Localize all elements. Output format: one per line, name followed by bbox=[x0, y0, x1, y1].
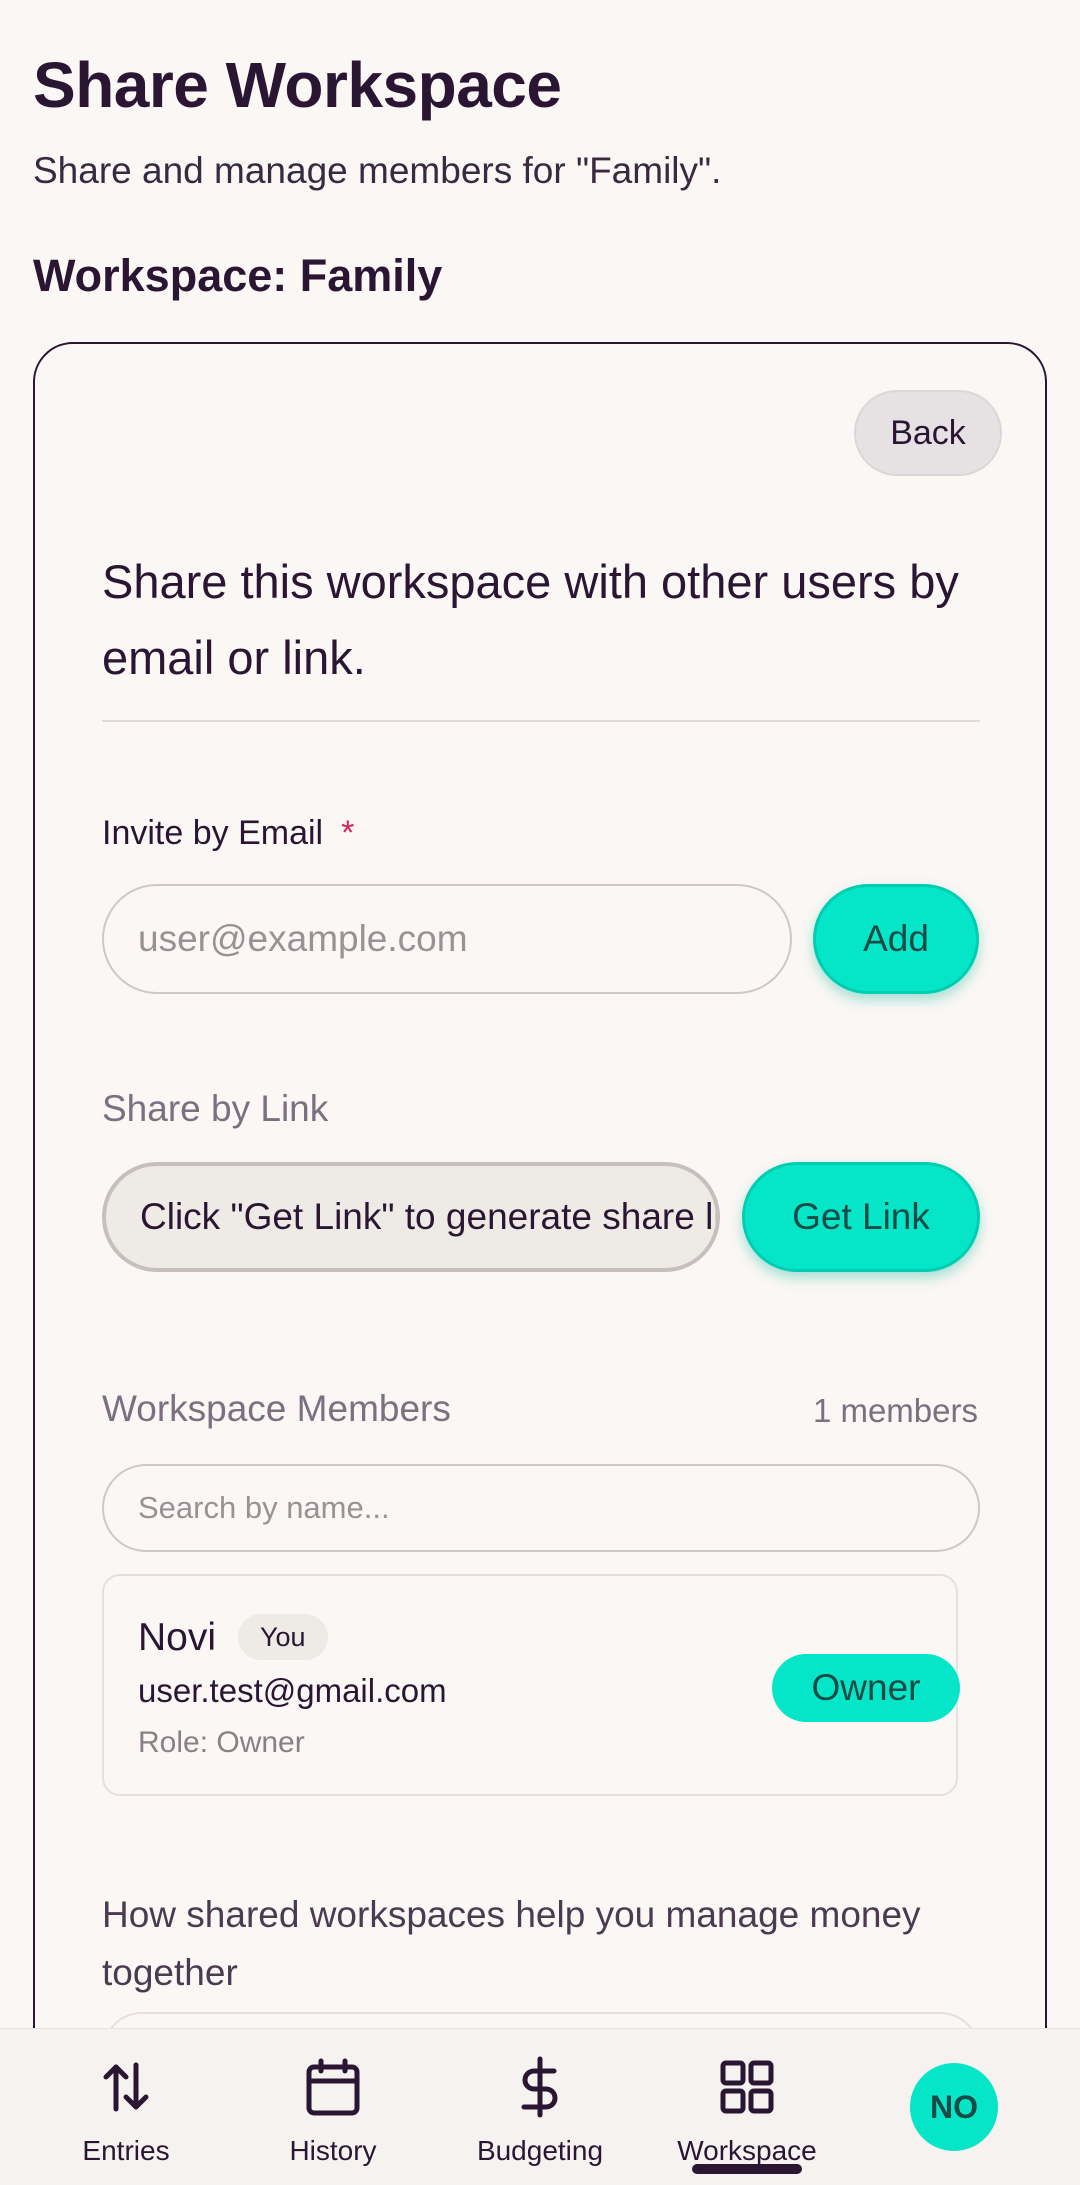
profile-avatar[interactable]: NO bbox=[910, 2063, 998, 2151]
share-card: Back Share this workspace with other use… bbox=[33, 342, 1047, 2185]
get-link-button[interactable]: Get Link bbox=[742, 1162, 980, 1272]
member-role: Role: Owner bbox=[138, 1726, 305, 1759]
share-workspace-screen: Share Workspace Share and manage members… bbox=[0, 0, 1080, 2185]
page-title: Share Workspace bbox=[33, 49, 562, 121]
nav-label-budgeting: Budgeting bbox=[476, 2135, 604, 2166]
members-heading: Workspace Members bbox=[102, 1388, 451, 1429]
active-tab-indicator bbox=[692, 2164, 802, 2174]
share-link-label: Share by Link bbox=[102, 1088, 329, 1129]
calendar-icon bbox=[306, 2058, 360, 2116]
workspace-heading: Workspace: Family bbox=[33, 250, 443, 301]
grid-icon bbox=[720, 2060, 774, 2114]
member-name: Novi bbox=[138, 1616, 217, 1659]
nav-label-history: History bbox=[289, 2135, 377, 2166]
invite-email-label-text: Invite by Email bbox=[102, 814, 324, 852]
arrows-up-down-icon bbox=[103, 2062, 149, 2112]
back-button[interactable]: Back bbox=[854, 390, 1002, 476]
member-card[interactable]: Novi You user.test@gmail.com Role: Owner… bbox=[102, 1574, 960, 1796]
add-member-button[interactable]: Add bbox=[813, 884, 979, 994]
nav-item-workspace[interactable]: Workspace bbox=[647, 2029, 847, 2185]
role-badge-owner: Owner bbox=[772, 1654, 960, 1722]
nav-item-entries[interactable]: Entries bbox=[26, 2029, 226, 2185]
nav-label-entries: Entries bbox=[82, 2135, 170, 2166]
divider bbox=[102, 720, 980, 722]
members-count: 1 members bbox=[812, 1392, 978, 1429]
member-email: user.test@gmail.com bbox=[138, 1672, 447, 1709]
share-intro-text: Share this workspace with other users by… bbox=[102, 555, 959, 684]
you-badge: You bbox=[238, 1614, 328, 1660]
share-link-field[interactable]: Click "Get Link" to generate share link bbox=[102, 1162, 720, 1272]
member-search-input[interactable] bbox=[102, 1464, 980, 1552]
invite-email-input[interactable] bbox=[102, 884, 792, 994]
required-mark: * bbox=[341, 814, 355, 852]
invite-email-label: Invite by Email * bbox=[102, 814, 354, 853]
nav-label-workspace: Workspace bbox=[677, 2135, 817, 2166]
nav-item-budgeting[interactable]: Budgeting bbox=[440, 2029, 640, 2185]
bottom-navigation: Entries History Budgeting Workspace NO bbox=[0, 2028, 1080, 2185]
nav-item-history[interactable]: History bbox=[233, 2029, 433, 2185]
help-section-heading: How shared workspaces help you manage mo… bbox=[102, 1894, 921, 1993]
dollar-icon bbox=[521, 2056, 558, 2118]
page-subtitle: Share and manage members for "Family". bbox=[33, 150, 722, 191]
